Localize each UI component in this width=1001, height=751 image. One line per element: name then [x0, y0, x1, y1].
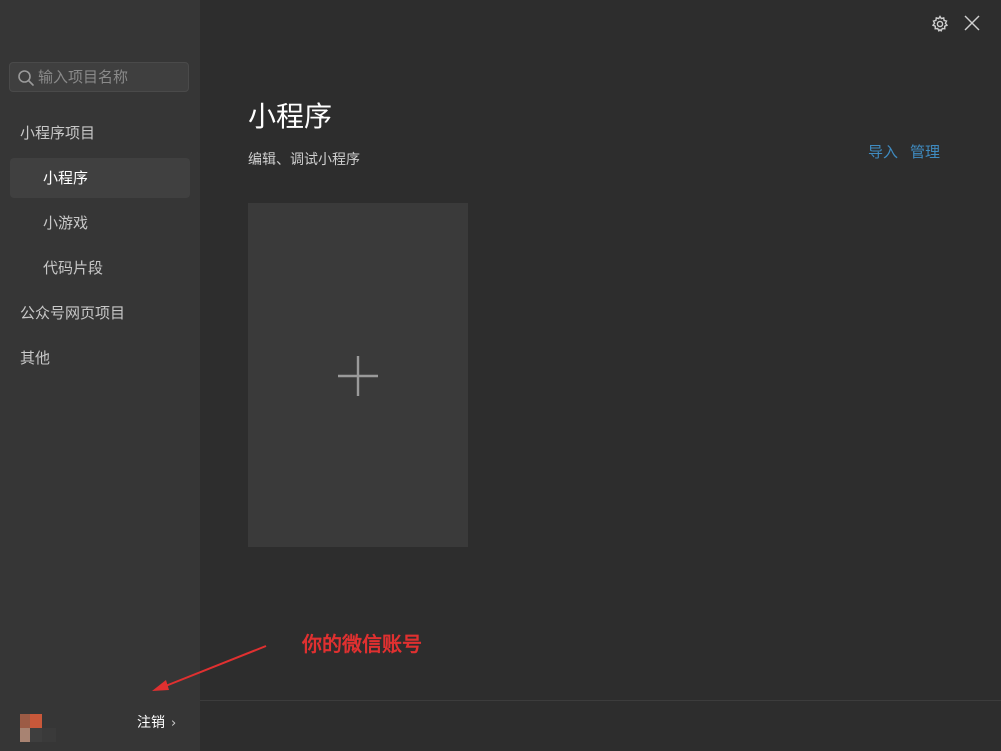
sidebar: 小程序项目 小程序 小游戏 代码片段 公众号网页项目 其他 注销 ›: [0, 0, 200, 751]
footer-divider: [200, 700, 1001, 701]
logout-label: 注销: [137, 715, 165, 731]
close-icon[interactable]: [963, 14, 981, 32]
avatar[interactable]: [20, 714, 56, 742]
sidebar-section-official-account-web[interactable]: 公众号网页项目: [20, 293, 125, 333]
import-link[interactable]: 导入: [868, 143, 898, 161]
gear-icon[interactable]: [931, 15, 949, 33]
header-links: 导入 管理: [868, 142, 940, 162]
sidebar-item-miniprogram[interactable]: 小程序: [10, 158, 190, 198]
sidebar-item-label: 小游戏: [43, 214, 89, 232]
chevron-right-icon: ›: [171, 716, 177, 731]
sidebar-item-label: 小程序: [43, 169, 89, 187]
user-bar: 注销 ›: [0, 700, 200, 751]
manage-link[interactable]: 管理: [910, 143, 940, 161]
search-box[interactable]: [9, 62, 189, 92]
page-subtitle: 编辑、调试小程序: [248, 152, 360, 168]
sidebar-item-minigame[interactable]: 小游戏: [10, 203, 190, 243]
sidebar-section-miniprogram-projects[interactable]: 小程序项目: [20, 113, 95, 153]
sidebar-item-label: 小程序项目: [20, 124, 96, 142]
annotation-arrow: [152, 645, 267, 691]
logout-button[interactable]: 注销 ›: [137, 713, 176, 734]
search-icon: [18, 70, 34, 86]
sidebar-item-label: 公众号网页项目: [20, 304, 126, 322]
sidebar-section-other[interactable]: 其他: [20, 338, 50, 378]
sidebar-item-label: 代码片段: [43, 259, 104, 277]
plus-icon: [338, 356, 378, 396]
page-title: 小程序: [248, 100, 333, 133]
sidebar-item-label: 其他: [20, 349, 51, 367]
sidebar-item-code-snippets[interactable]: 代码片段: [10, 248, 190, 288]
annotation-label: 你的微信账号: [302, 632, 422, 656]
search-input[interactable]: [38, 66, 184, 88]
new-project-card[interactable]: [248, 203, 468, 547]
